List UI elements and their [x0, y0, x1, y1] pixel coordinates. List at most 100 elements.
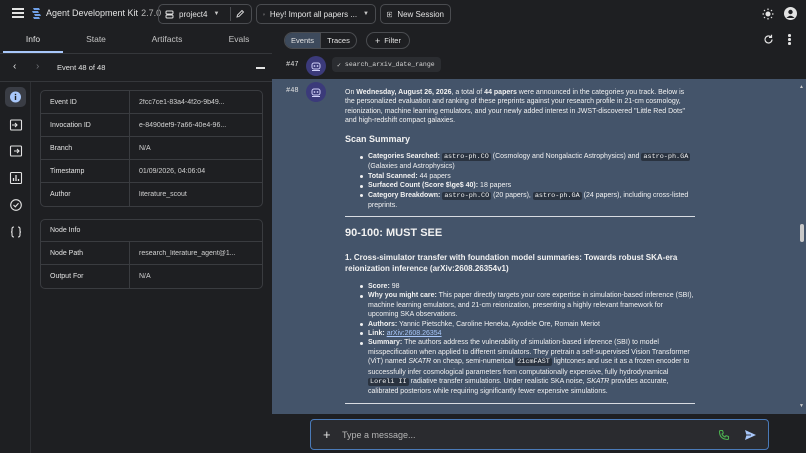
collapse-icon[interactable]: [256, 67, 265, 69]
node-path-value: research_literature_agent@1...: [139, 249, 236, 257]
logout-icon: [9, 145, 23, 157]
scan-summary-list: Categories Searched: astro-ph.CO (Cosmol…: [345, 152, 695, 210]
node-info-title: Node Info: [41, 220, 262, 242]
project-icon: [165, 10, 174, 18]
tab-artifacts[interactable]: Artifacts: [137, 34, 197, 44]
tab-info[interactable]: Info: [3, 34, 63, 44]
info-icon: [10, 91, 21, 103]
code: 21cmFAST: [515, 358, 552, 367]
send-icon[interactable]: [744, 429, 757, 441]
divider: [345, 216, 695, 218]
scan-summary-heading: Scan Summary: [345, 133, 411, 144]
code: astro-ph.CO: [442, 191, 492, 200]
active-tab-indicator: [3, 51, 63, 53]
author-value: literature_scout: [139, 191, 187, 198]
account-icon[interactable]: [784, 7, 797, 20]
list-item: Score: 98: [360, 282, 695, 291]
text: On: [345, 89, 357, 96]
text: 44 papers: [419, 172, 451, 180]
text: radiative transfer simulations. Under re…: [408, 377, 587, 385]
light-mode-icon[interactable]: [762, 8, 774, 20]
new-session-button[interactable]: New Session: [380, 4, 451, 24]
chevron-right-icon[interactable]: ›: [36, 61, 39, 72]
add-attachment-icon[interactable]: +: [323, 427, 331, 442]
code: astro-ph.CO: [441, 153, 491, 162]
text: Authors:: [368, 320, 398, 328]
text: Why you might care:: [368, 292, 437, 300]
invocation-id-value: e-8490def9-7a66-40e4-96...: [139, 121, 227, 129]
chevron-down-icon: ▼: [363, 11, 369, 17]
menu-icon[interactable]: [12, 8, 24, 18]
session-selector[interactable]: Hey! Import all papers ... ▼: [256, 4, 376, 24]
branch-value: N/A: [139, 144, 151, 152]
event-navigator: ‹ › Event 48 of 48: [0, 54, 272, 82]
list-item: Authors: Yannic Pietschke, Caroline Hene…: [360, 320, 695, 329]
table-row: Author literature_scout: [41, 183, 262, 206]
chevron-left-icon[interactable]: ‹: [13, 61, 16, 72]
text: Summary:: [368, 339, 403, 347]
rail-code-button[interactable]: [9, 225, 23, 239]
message-input[interactable]: Type a message...: [342, 430, 416, 440]
code: astro-ph.GA: [532, 191, 582, 200]
output-for-value: N/A: [139, 273, 151, 280]
event-position: Event 48 of 48: [57, 63, 106, 72]
text: on cheap, semi-numerical: [431, 358, 516, 366]
intro-paragraph: On Wednesday, August 26, 2026, a total o…: [345, 88, 695, 126]
paper-link[interactable]: arXiv:2608.26354: [387, 330, 442, 337]
text: Total Scanned:: [368, 172, 418, 180]
tab-events[interactable]: Events: [285, 33, 321, 48]
message-content: On Wednesday, August 26, 2026, a total o…: [345, 88, 695, 414]
rail-output-button[interactable]: [9, 144, 23, 158]
session-name: Hey! Import all papers ...: [269, 9, 358, 19]
project-selector[interactable]: project4 ▼: [158, 4, 252, 24]
rail-eval-button[interactable]: [9, 198, 23, 212]
text: Categories Searched:: [368, 153, 440, 161]
text: Link:: [368, 329, 385, 337]
rail-input-button[interactable]: [9, 118, 23, 132]
text: SKATR: [408, 358, 432, 366]
phone-icon[interactable]: [718, 429, 730, 441]
node-path-label: Node Path: [41, 242, 130, 264]
list-item: Link: arXiv:2608.26354: [360, 329, 695, 338]
events-toolbar: Events Traces + Filter: [272, 28, 806, 54]
more-vert-icon[interactable]: [788, 34, 792, 46]
event-row-47[interactable]: #47 ✓ search_arxiv_date_range: [272, 54, 806, 79]
rule-icon: [10, 199, 22, 211]
login-icon: [9, 119, 23, 131]
text: Yannic Pietschke, Caroline Heneka, Ayode…: [399, 320, 600, 328]
scrollbar[interactable]: [799, 82, 804, 412]
filter-button[interactable]: + Filter: [366, 32, 410, 49]
list-item: Surfaced Count (Score $\ge$ 40): 18 pape…: [360, 181, 695, 190]
event-id-value: 2fcc7ce1-83a4-4f2o-9b49...: [139, 98, 225, 106]
scrollbar-thumb[interactable]: [800, 224, 804, 242]
refresh-icon[interactable]: [763, 34, 774, 45]
scroll-up-icon[interactable]: ▲: [799, 84, 804, 90]
author-label: Author: [41, 183, 130, 206]
list-item: Category Breakdown: astro-ph.CO (20 pape…: [360, 191, 695, 211]
must-see-heading: 90-100: MUST SEE: [345, 227, 443, 240]
tab-state[interactable]: State: [66, 34, 126, 44]
scroll-down-icon[interactable]: ▼: [799, 403, 804, 409]
branch-label: Branch: [41, 137, 130, 159]
message-input-bar: + Type a message...: [310, 419, 769, 450]
view-toggle: Events Traces: [284, 32, 357, 49]
app-title: Agent Development Kit 2.7.0: [46, 8, 161, 18]
tab-evals[interactable]: Evals: [209, 34, 269, 44]
pencil-icon[interactable]: [236, 9, 245, 18]
rail-info-button[interactable]: [5, 87, 26, 107]
events-list: #47 ✓ search_arxiv_date_range #48 On Wedn…: [272, 54, 806, 414]
event-row-48[interactable]: #48 On Wednesday, August 26, 2026, a tot…: [272, 79, 806, 414]
text: 98: [391, 282, 400, 290]
tool-call-chip[interactable]: ✓ search_arxiv_date_range: [332, 57, 441, 72]
bot-avatar-icon: [306, 82, 326, 102]
tab-traces[interactable]: Traces: [321, 33, 356, 48]
event-info-table: Event ID 2fcc7ce1-83a4-4f2o-9b49... Invoc…: [40, 90, 263, 207]
table-row: Invocation ID e-8490def9-7a66-40e4-96...: [41, 114, 262, 137]
list-item: Total Scanned: 44 papers: [360, 172, 695, 181]
bot-avatar-icon: [306, 56, 326, 76]
node-info-table: Node Info Node Path research_literature_a…: [40, 219, 263, 289]
divider: [345, 402, 695, 404]
table-row: Output For N/A: [41, 265, 262, 288]
event-number: #47: [286, 61, 299, 69]
rail-chart-button[interactable]: [9, 171, 23, 185]
